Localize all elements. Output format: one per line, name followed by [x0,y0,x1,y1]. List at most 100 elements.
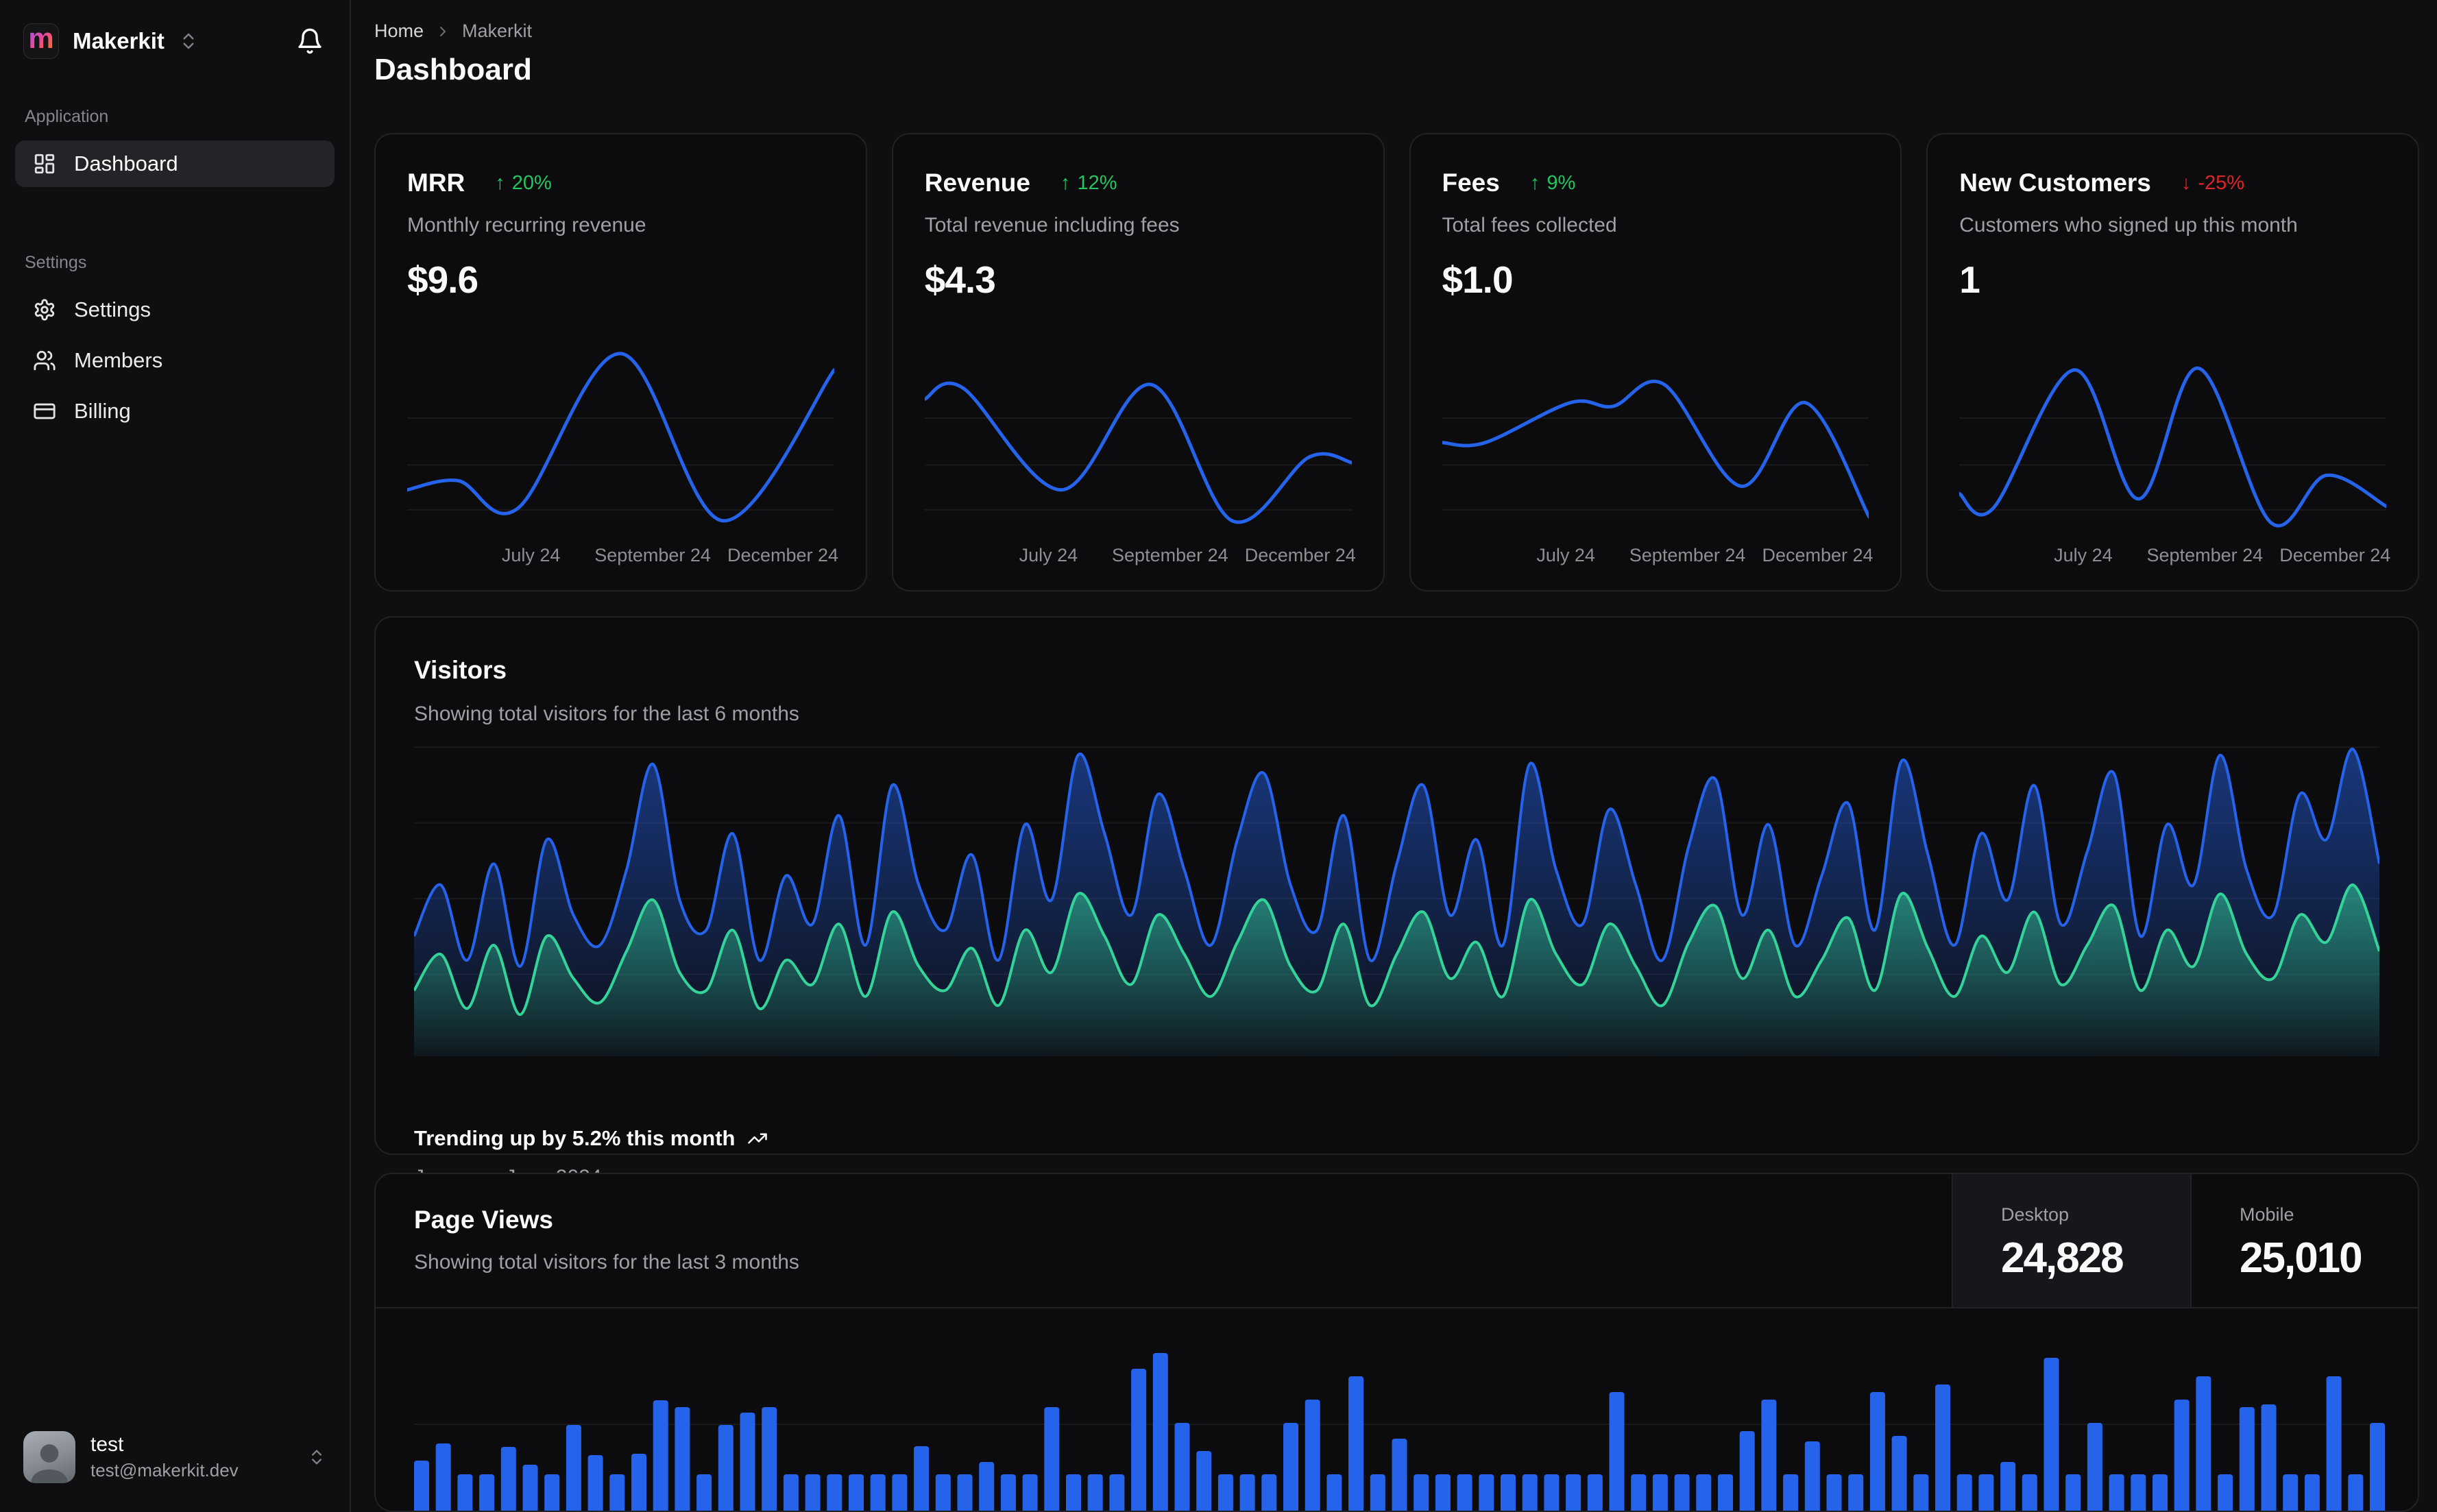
avatar [23,1431,75,1483]
makerkit-logo: m [23,23,59,59]
page-views-subtitle: Showing total visitors for the last 3 mo… [414,1250,799,1273]
user-email: test@makerkit.dev [90,1460,239,1480]
trending-up-icon [747,1128,768,1149]
bell-icon[interactable] [293,25,326,58]
main-content: Home Makerkit Dashboard MRR ↑ 20% Monthl… [351,0,2437,1512]
visitors-area-chart [414,741,2379,1057]
x-axis-labels: July 24 September 24 December 24 [1442,545,1873,572]
stat-card-mrr: MRR ↑ 20% Monthly recurring revenue $9.6… [374,133,867,592]
sparkline-svg [924,382,1352,524]
chevrons-up-down-icon[interactable] [178,31,199,51]
stat-card-delta-value: -25% [2198,171,2245,194]
stat-card-new-customers: New Customers ↓ -25% Customers who signe… [1926,133,2419,592]
visitors-title: Visitors [414,656,507,685]
workspace-name[interactable]: Makerkit [73,28,165,54]
stat-card-header: New Customers ↓ -25% [1959,169,2386,197]
sidebar-item-members[interactable]: Members [15,337,335,384]
stat-card-title: Fees [1442,169,1500,197]
stat-card-header: MRR ↑ 20% [407,169,834,197]
toggle-label: Desktop [2001,1204,2070,1225]
sparkline-chart: July 24 September 24 December 24 [924,340,1356,572]
x-axis-tick: December 24 [2279,545,2391,566]
sidebar-item-label: Dashboard [74,151,178,175]
breadcrumb: Home Makerkit [374,0,2419,42]
sparkline-chart: July 24 September 24 December 24 [1442,340,1874,572]
breadcrumb-home-link[interactable]: Home [374,21,424,42]
user-name: test [90,1433,124,1456]
x-axis-tick: September 24 [1112,545,1228,566]
sidebar-item-label: Members [74,348,163,372]
stat-card-delta: ↑ 20% [495,172,552,195]
chevrons-up-down-icon [307,1448,326,1467]
app-root: m Makerkit Application Dashboard Setting… [0,0,2437,1512]
sidebar-item-settings[interactable]: Settings [15,286,335,333]
sparkline-chart: July 24 September 24 December 24 [1959,340,2390,572]
user-info: test test@makerkit.dev [90,1433,239,1481]
breadcrumb-current: Makerkit [462,21,533,41]
stat-card-subtitle: Total revenue including fees [924,214,1180,237]
stat-cards-row: MRR ↑ 20% Monthly recurring revenue $9.6… [374,133,2419,592]
sparkline-chart: July 24 September 24 December 24 [407,340,838,572]
x-axis-labels: July 24 September 24 December 24 [925,545,1356,572]
stat-card-delta-value: 9% [1547,171,1576,194]
stat-card-title: New Customers [1959,169,2151,197]
nav-section-label-settings: Settings [25,253,87,272]
sidebar-item-billing[interactable]: Billing [15,388,335,435]
user-menu[interactable]: test test@makerkit.dev [15,1415,335,1512]
page-views-title: Page Views [414,1205,553,1234]
chevron-right-icon [435,23,451,40]
page-views-header: Page Views Showing total visitors for th… [376,1173,2418,1308]
x-axis-tick: December 24 [1762,545,1874,566]
page-views-card: Page Views Showing total visitors for th… [374,1172,2419,1512]
x-axis-tick: September 24 [2146,545,2264,566]
x-axis-tick: July 24 [1536,545,1595,566]
trend-arrow-icon: ↓ [2181,171,2192,194]
workspace-header: m Makerkit [15,0,335,77]
visitors-trend-text: Trending up by 5.2% this month [414,1126,736,1151]
users-icon [33,349,56,372]
visitors-trend-line: Trending up by 5.2% this month [414,1126,768,1151]
nav-section-label-application: Application [25,107,109,126]
visitors-subtitle: Showing total visitors for the last 6 mo… [414,703,799,726]
stat-card-subtitle: Total fees collected [1442,214,1617,237]
stat-card-subtitle: Customers who signed up this month [1959,214,2298,237]
stat-card-value: 1 [1959,258,1980,302]
page-title: Dashboard [374,53,532,86]
toggle-mobile[interactable]: Mobile 25,010 [2190,1173,2418,1307]
x-axis-tick: December 24 [727,545,839,566]
trend-arrow-icon: ↑ [1060,171,1071,194]
stat-card-delta: ↑ 9% [1530,172,1575,195]
stat-card-value: $1.0 [1442,258,1514,302]
toggle-value: 25,010 [2240,1234,2363,1282]
stat-card-revenue: Revenue ↑ 12% Total revenue including fe… [891,133,1385,592]
stat-card-fees: Fees ↑ 9% Total fees collected $1.0 July… [1409,133,1902,592]
makerkit-logo-letter: m [28,22,54,54]
sparkline-svg [407,352,834,523]
x-axis-labels: July 24 September 24 December 24 [1959,545,2390,572]
credit-card-icon [33,400,56,423]
toggle-label: Mobile [2240,1204,2294,1225]
stat-card-header: Revenue ↑ 12% [925,169,1352,197]
page-views-header-left: Page Views Showing total visitors for th… [376,1174,1952,1307]
x-axis-tick: September 24 [594,545,711,566]
x-axis-tick: September 24 [1629,545,1746,566]
x-axis-tick: July 24 [2054,545,2113,566]
toggle-desktop[interactable]: Desktop 24,828 [1952,1173,2190,1307]
trend-arrow-icon: ↑ [1529,171,1540,194]
stat-card-delta: ↑ 12% [1060,172,1117,195]
stat-card-title: Revenue [924,169,1030,197]
toggle-value: 24,828 [2001,1234,2124,1282]
x-axis-labels: July 24 September 24 December 24 [407,545,838,572]
sparkline-svg [1442,380,1869,520]
stat-card-subtitle: Monthly recurring revenue [407,214,646,237]
x-axis-tick: July 24 [501,545,561,566]
sidebar-item-dashboard[interactable]: Dashboard [15,141,335,187]
settings-icon [33,298,56,321]
page-views-bar-chart [414,1326,2385,1511]
stat-card-delta-value: 20% [511,171,552,194]
stat-card-header: Fees ↑ 9% [1442,169,1869,197]
visitors-card: Visitors Showing total visitors for the … [374,616,2419,1188]
visitors-chart-svg [414,746,2379,1057]
layout-dashboard-icon [33,152,56,175]
sparkline-svg [1959,367,2386,528]
